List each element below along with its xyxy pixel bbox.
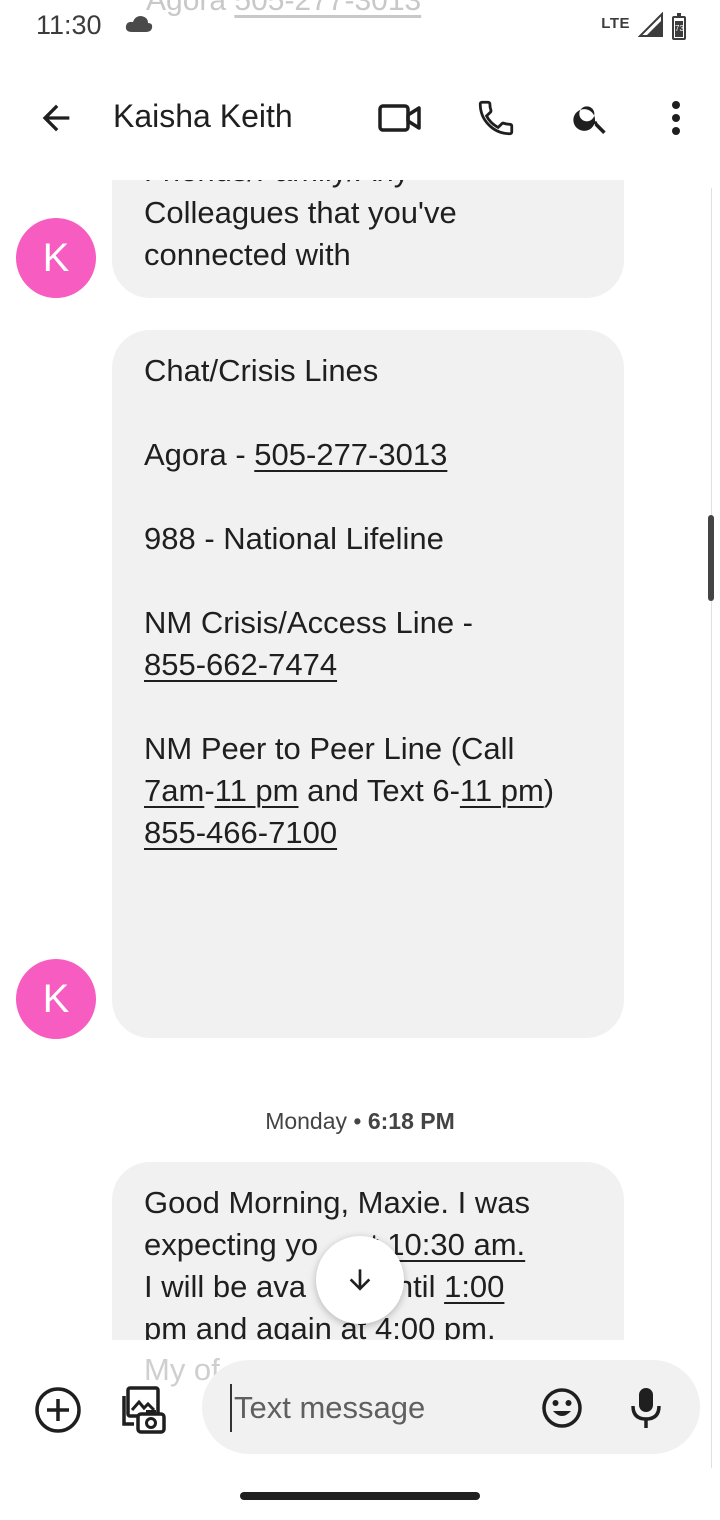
message-input[interactable] — [230, 1384, 526, 1432]
scroll-to-bottom-button[interactable] — [316, 1236, 404, 1324]
search-icon — [573, 106, 606, 134]
video-call-button[interactable] — [372, 90, 428, 146]
message-timestamp: Monday • 6:18 PM — [265, 1108, 455, 1134]
time-link[interactable]: 4:00 pm. — [375, 1311, 496, 1340]
time-link[interactable]: 7am — [144, 773, 204, 808]
phone-link[interactable]: 855-466-7100 — [144, 815, 337, 850]
gallery-button[interactable] — [112, 1380, 172, 1440]
time-link[interactable]: pm — [144, 1311, 187, 1340]
message-text: Colleagues that you've — [144, 195, 457, 230]
network-type: LTE — [601, 15, 630, 32]
message-list[interactable]: Friends/Family/Any Colleagues that you'v… — [0, 180, 720, 1340]
emoji-icon — [542, 1388, 582, 1428]
message-text: Good Morning, Maxie. I was — [144, 1185, 530, 1220]
phone-link[interactable]: 855-662-7474 — [144, 647, 337, 682]
time-link[interactable]: 11 pm — [215, 773, 299, 808]
battery-level: 73 — [675, 20, 684, 37]
arrow-down-icon — [349, 1269, 371, 1291]
back-arrow-icon — [42, 104, 70, 132]
emoji-button[interactable] — [538, 1384, 586, 1432]
time-link[interactable]: 11 pm — [460, 773, 544, 808]
phone-link[interactable]: 505-277-3013 — [254, 437, 447, 472]
status-time: 11:30 — [36, 10, 102, 40]
more-vert-icon — [672, 101, 680, 135]
avatar[interactable]: K — [16, 959, 96, 1039]
scrollbar-thumb[interactable] — [708, 515, 714, 601]
message-bubble[interactable]: Friends/Family/Any Colleagues that you'v… — [112, 180, 624, 298]
cloud-icon — [124, 14, 154, 39]
message-text: 7am-11 pm and Text 6-11 pm) — [144, 773, 555, 808]
video-call-icon — [378, 104, 421, 132]
message-field[interactable] — [202, 1360, 700, 1454]
message-text: NM Peer to Peer Line (Call — [144, 731, 515, 766]
app-bar: Kaisha Keith — [0, 72, 720, 168]
microphone-icon — [631, 1388, 661, 1428]
home-indicator[interactable] — [240, 1492, 480, 1500]
message-text: Agora - 505-277-3013 — [144, 437, 448, 472]
phone-call-button[interactable] — [468, 90, 524, 146]
message-text: Friends/Family/Any — [144, 180, 592, 192]
scrollbar-track — [711, 188, 712, 1468]
battery-icon: 73 — [672, 12, 686, 40]
message-text: 988 - National Lifeline — [144, 521, 444, 556]
time-link[interactable]: 10:30 am. — [387, 1227, 525, 1262]
status-bar: Agora 505-277-3013 11:30 LTE 73 — [0, 0, 720, 52]
avatar[interactable]: K — [16, 218, 96, 298]
back-button[interactable] — [28, 90, 84, 146]
message-bubble[interactable]: Chat/Crisis Lines Agora - 505-277-3013 9… — [112, 330, 624, 1038]
compose-bar — [0, 1340, 720, 1470]
more-options-button[interactable] — [648, 90, 704, 146]
attach-button[interactable] — [30, 1382, 86, 1438]
phone-icon — [478, 100, 514, 136]
signal-icon — [637, 11, 664, 43]
contact-name[interactable]: Kaisha Keith — [113, 98, 293, 135]
voice-input-button[interactable] — [622, 1382, 670, 1434]
time-link[interactable]: 1:00 — [444, 1269, 504, 1304]
message-text: Chat/Crisis Lines — [144, 353, 379, 388]
search-button[interactable] — [563, 90, 619, 146]
add-circle-icon — [35, 1387, 81, 1433]
message-text: connected with — [144, 237, 351, 272]
ghost-scroll-text: Agora 505-277-3013 — [146, 0, 422, 17]
gallery-camera-icon — [122, 1386, 166, 1434]
message-text: NM Crisis/Access Line - — [144, 605, 473, 640]
